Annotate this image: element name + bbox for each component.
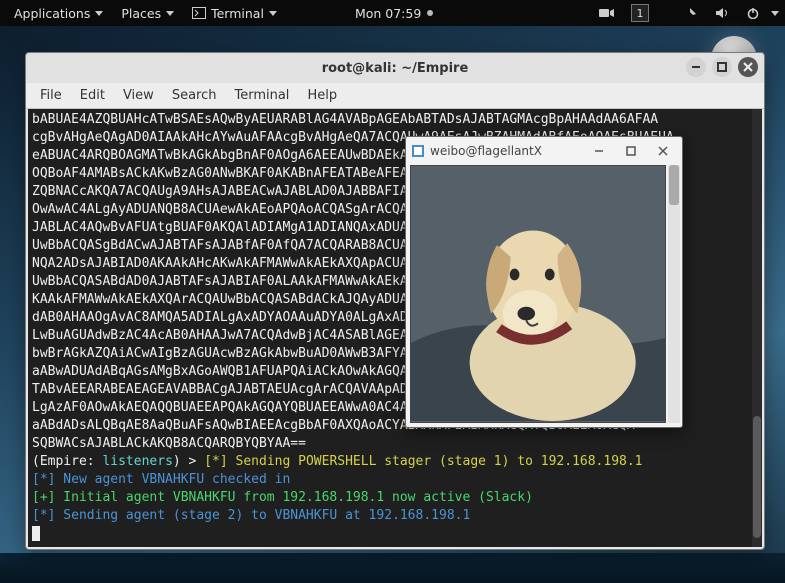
terminal-title: root@kali: ~/Empire bbox=[322, 61, 469, 76]
clock[interactable]: Mon 07:59 bbox=[347, 3, 441, 24]
cursor-icon bbox=[32, 526, 40, 541]
menu-help[interactable]: Help bbox=[299, 85, 345, 106]
menu-places[interactable]: Places bbox=[113, 3, 182, 24]
chevron-down-icon bbox=[771, 11, 779, 16]
menu-applications[interactable]: Applications bbox=[6, 3, 111, 24]
maximize-button[interactable] bbox=[712, 57, 732, 77]
power-icon[interactable] bbox=[739, 4, 767, 22]
menu-view-label: View bbox=[123, 88, 154, 103]
gnome-topbar: Applications Places Terminal Mon 07:59 1 bbox=[0, 0, 785, 26]
terminal-line: bABUAE4AZQBUAHcATwBSAEsAQwByAEUARABlAG4A… bbox=[32, 111, 758, 129]
topbar-right: 1 bbox=[591, 4, 779, 22]
menu-terminal-app[interactable]: Terminal bbox=[226, 85, 297, 106]
menu-view[interactable]: View bbox=[115, 85, 162, 106]
thumbtack-icon[interactable] bbox=[677, 4, 705, 22]
image-viewer-titlebar[interactable]: weibo@flagellantX bbox=[406, 137, 682, 164]
minimize-button[interactable] bbox=[586, 141, 612, 161]
terminal-titlebar[interactable]: root@kali: ~/Empire bbox=[26, 53, 764, 83]
topbar-left: Applications Places Terminal Mon 07:59 bbox=[6, 3, 441, 24]
image-viewer-title: weibo@flagellantX bbox=[430, 144, 542, 158]
menu-edit[interactable]: Edit bbox=[72, 85, 113, 106]
chevron-down-icon bbox=[166, 11, 174, 16]
terminal-line: SQBWACsAJABLACkAKQB8ACQARQBYQBYAA== bbox=[32, 435, 758, 453]
image-viewer-scrollbar[interactable] bbox=[668, 165, 680, 423]
minimize-button[interactable] bbox=[686, 57, 706, 77]
menu-search[interactable]: Search bbox=[164, 85, 225, 106]
menu-file-label: File bbox=[40, 88, 62, 103]
maximize-button[interactable] bbox=[618, 141, 644, 161]
menu-terminal-app-label: Terminal bbox=[234, 88, 289, 103]
menu-edit-label: Edit bbox=[80, 88, 105, 103]
close-button[interactable] bbox=[650, 141, 676, 161]
volume-icon[interactable] bbox=[707, 4, 737, 22]
image-viewer-window: weibo@flagellantX bbox=[405, 136, 683, 428]
terminal-line: (Empire: listeners) > [*] Sending POWERS… bbox=[32, 453, 758, 471]
terminal-icon bbox=[192, 7, 206, 19]
notification-dot-icon bbox=[427, 10, 433, 16]
menu-places-label: Places bbox=[121, 6, 161, 21]
chevron-down-icon bbox=[95, 11, 103, 16]
menu-help-label: Help bbox=[307, 88, 337, 103]
close-button[interactable] bbox=[738, 57, 758, 77]
image-viewer-canvas bbox=[410, 165, 666, 423]
terminal-line: [*] Sending agent (stage 2) to VBNAHKFU … bbox=[32, 507, 758, 525]
menu-terminal-label: Terminal bbox=[211, 6, 264, 21]
wallpaper-sea bbox=[0, 553, 785, 583]
chevron-down-icon bbox=[269, 11, 277, 16]
menu-file[interactable]: File bbox=[32, 85, 70, 106]
workspace-indicator[interactable]: 1 bbox=[631, 4, 649, 22]
terminal-line: [+] Initial agent VBNAHKFU from 192.168.… bbox=[32, 489, 758, 507]
terminal-scrollbar[interactable] bbox=[752, 109, 762, 547]
dog-photo bbox=[411, 166, 665, 422]
menu-applications-label: Applications bbox=[14, 6, 90, 21]
menu-terminal[interactable]: Terminal bbox=[184, 3, 285, 24]
menu-search-label: Search bbox=[172, 88, 217, 103]
terminal-cursor-line bbox=[32, 525, 758, 543]
app-icon bbox=[412, 145, 424, 157]
window-controls bbox=[686, 57, 758, 77]
scrollbar-thumb[interactable] bbox=[669, 165, 679, 205]
record-icon[interactable] bbox=[591, 4, 623, 22]
terminal-menubar: File Edit View Search Terminal Help bbox=[26, 83, 764, 109]
scrollbar-thumb[interactable] bbox=[753, 416, 761, 539]
workspace-number: 1 bbox=[637, 7, 644, 20]
clock-label: Mon 07:59 bbox=[355, 6, 421, 21]
terminal-line: [*] New agent VBNAHKFU checked in bbox=[32, 471, 758, 489]
